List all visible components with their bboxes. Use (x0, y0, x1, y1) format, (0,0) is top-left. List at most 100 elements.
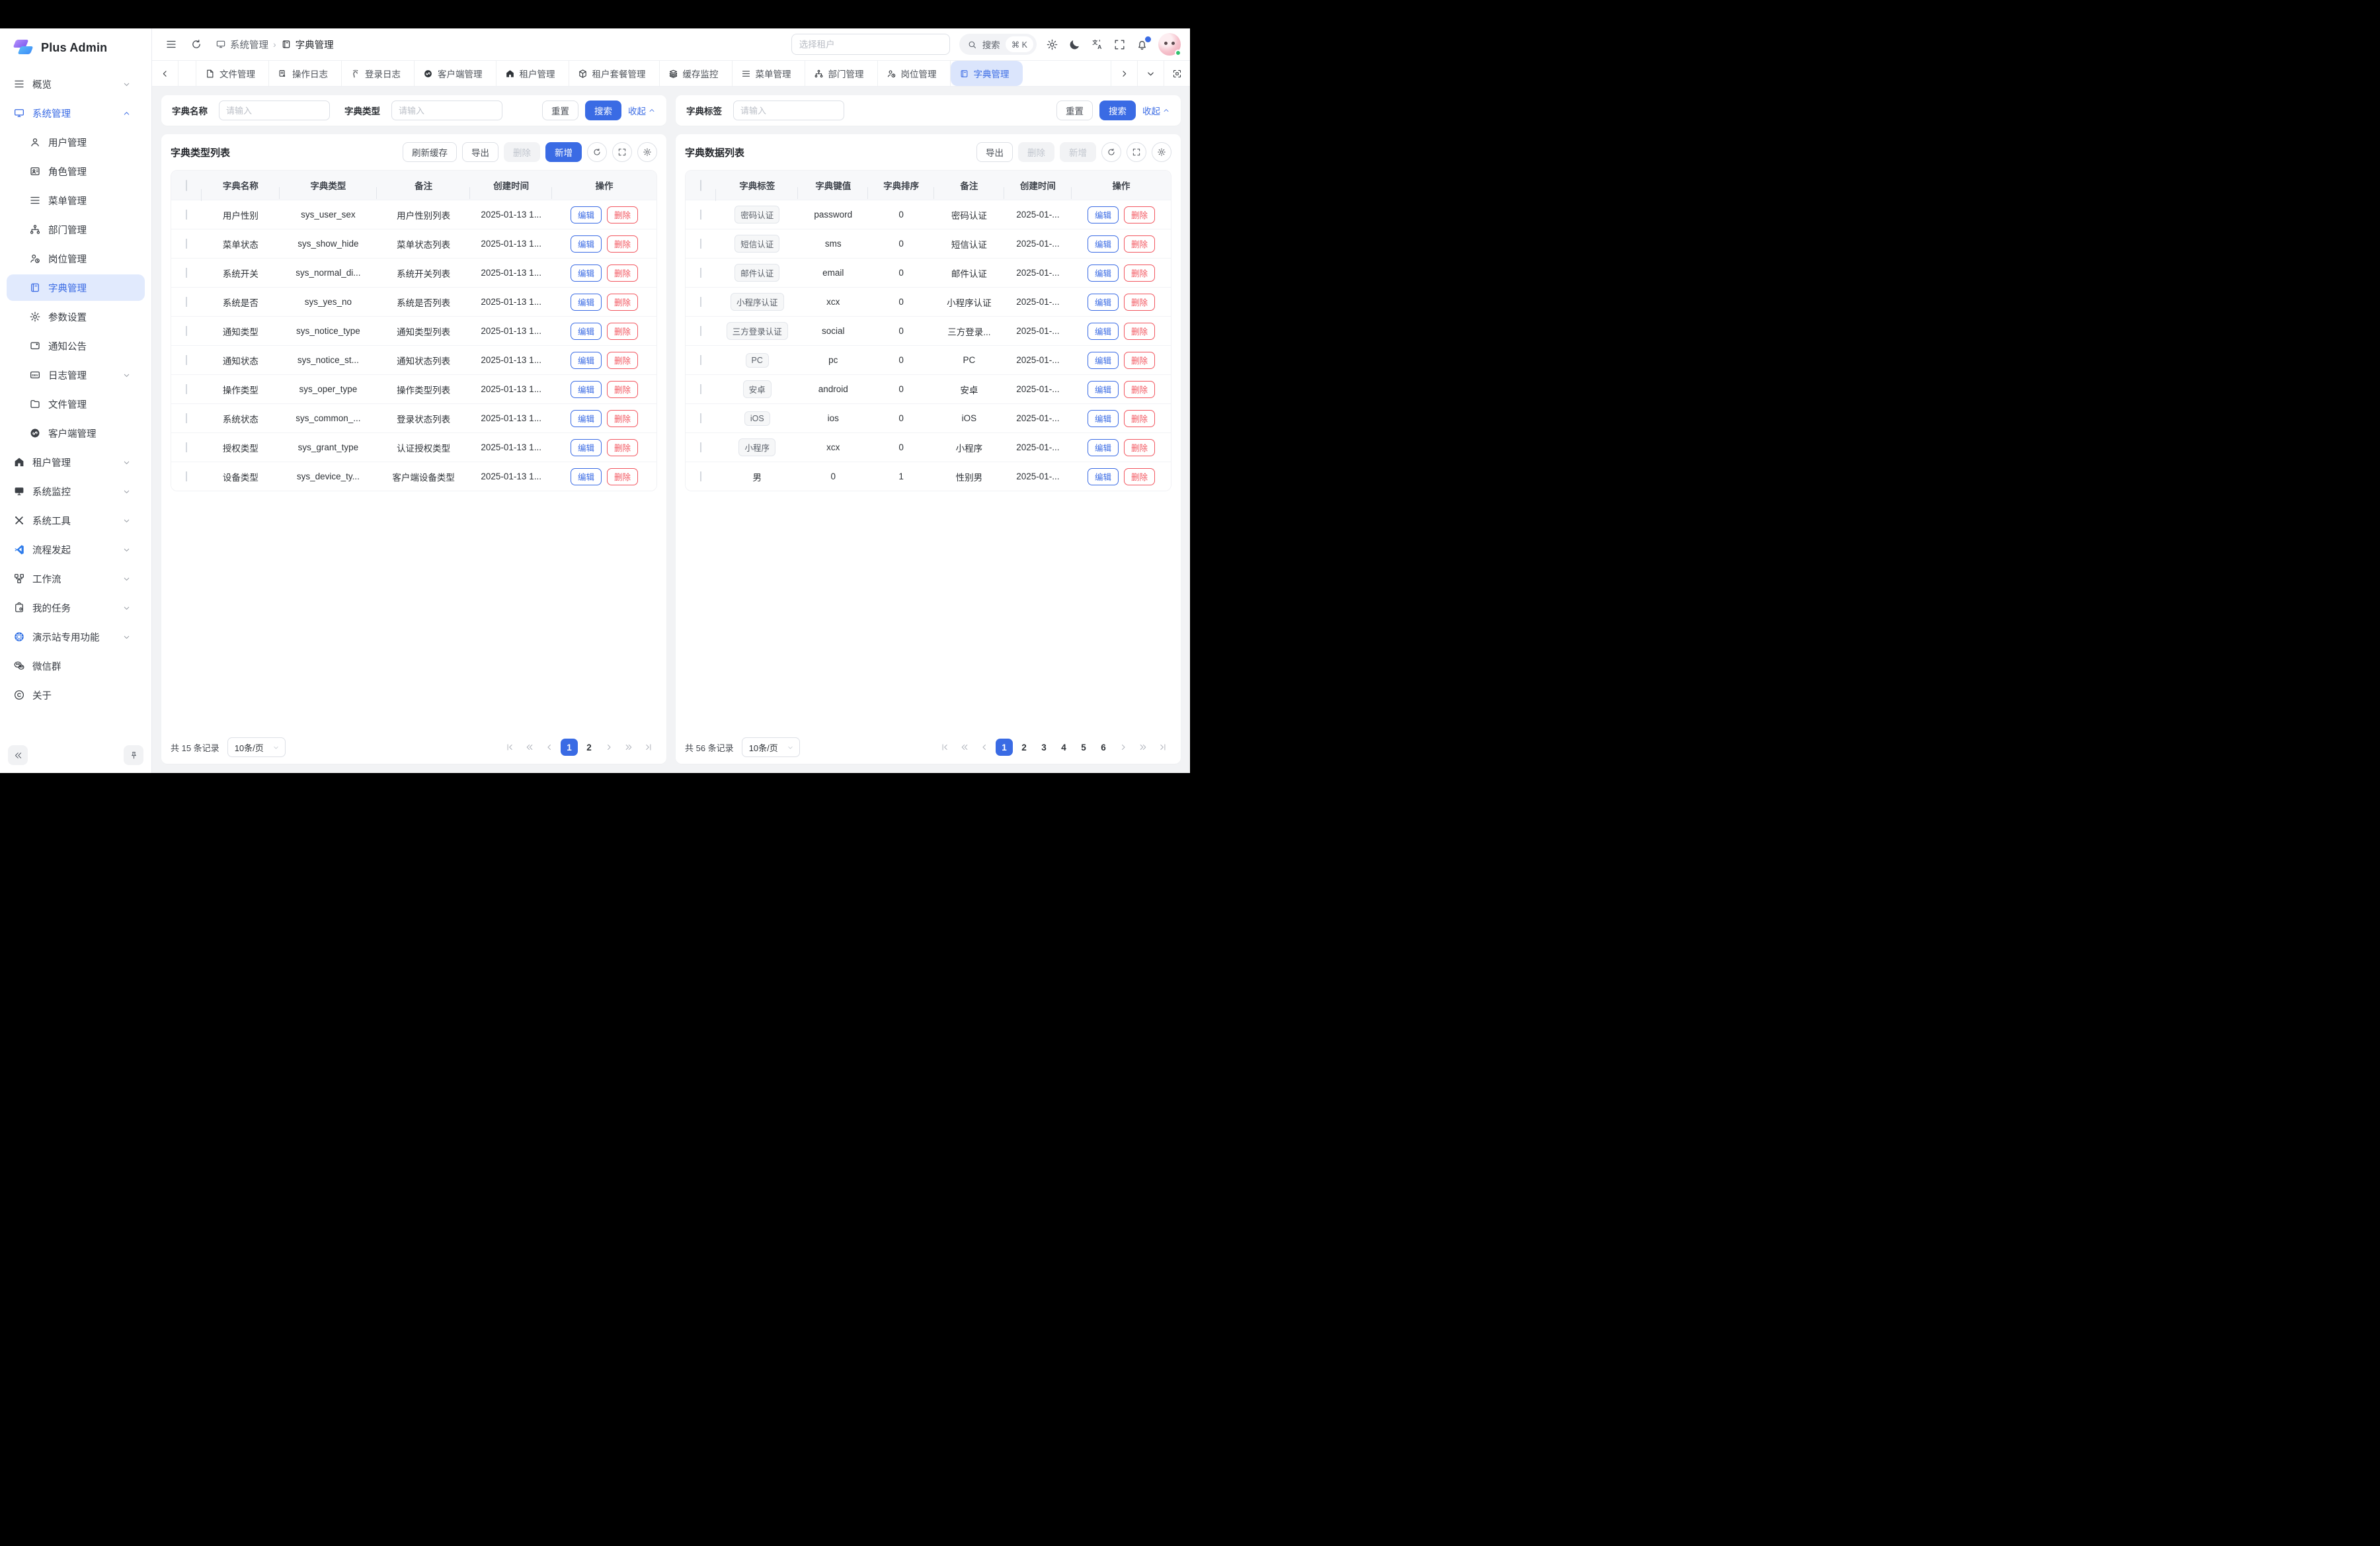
tab-list-dropdown-button[interactable] (1138, 61, 1164, 86)
delete-button-social[interactable]: 删除 (1124, 323, 1155, 340)
tab-login-log[interactable]: 登录日志 (342, 61, 415, 86)
dark-mode-button[interactable] (1068, 38, 1081, 51)
page-button-2[interactable]: 2 (580, 739, 598, 756)
tab-menu-admin[interactable]: 菜单管理 (733, 61, 805, 86)
sidebar-item-wechat-group[interactable]: 微信群 (7, 653, 145, 679)
dict-type-refresh-table-button[interactable] (587, 142, 607, 162)
tenant-select-input[interactable] (791, 34, 950, 55)
page-size-select[interactable]: 10条/页 (227, 737, 286, 757)
row-checkbox[interactable] (186, 384, 187, 394)
tab-dept-admin[interactable]: 部门管理 (805, 61, 878, 86)
row-checkbox[interactable] (700, 413, 701, 423)
row-checkbox[interactable] (186, 297, 187, 307)
tab-dict-admin[interactable]: 字典管理 (951, 61, 1023, 86)
first-page-button[interactable] (501, 739, 518, 756)
dict-type-refresh-cache-button[interactable]: 刷新缓存 (403, 142, 457, 162)
dict-tag-input[interactable] (733, 101, 844, 120)
row-checkbox[interactable] (186, 413, 187, 423)
row-checkbox[interactable] (700, 210, 701, 220)
app-logo[interactable]: Plus Admin (0, 28, 151, 67)
sidebar-item-dict-admin[interactable]: 字典管理 (7, 274, 145, 301)
sidebar-item-process-start[interactable]: 流程发起 (7, 536, 145, 563)
edit-button-xcx[interactable]: 编辑 (1088, 294, 1119, 311)
edit-button-android[interactable]: 编辑 (1088, 381, 1119, 398)
delete-button-email[interactable]: 删除 (1124, 264, 1155, 282)
dict-type-export-button[interactable]: 导出 (462, 142, 498, 162)
edit-button-pc[interactable]: 编辑 (1088, 352, 1119, 369)
delete-button-sys_oper_type[interactable]: 删除 (607, 381, 638, 398)
page-button-6[interactable]: 6 (1095, 739, 1112, 756)
dict-type-add-button[interactable]: 新增 (545, 142, 582, 162)
jump-back-button[interactable] (956, 739, 973, 756)
jump-forward-button[interactable] (620, 739, 637, 756)
edit-button-sys_device_ty...[interactable]: 编辑 (571, 468, 602, 485)
edit-button-sys_normal_di...[interactable]: 编辑 (571, 264, 602, 282)
tab-scroll-right-button[interactable] (1111, 61, 1138, 86)
select-all-checkbox[interactable] (186, 180, 187, 191)
row-checkbox[interactable] (700, 442, 701, 452)
edit-button-sys_notice_st...[interactable]: 编辑 (571, 352, 602, 369)
tab-cache-monitor[interactable]: 缓存监控 (660, 61, 733, 86)
tab-tenant-package-admin[interactable]: 租户套餐管理 (569, 61, 660, 86)
sidebar-item-dept-admin[interactable]: 部门管理 (7, 216, 145, 243)
edit-button-ios[interactable]: 编辑 (1088, 410, 1119, 427)
sidebar-item-notice[interactable]: 通知公告 (7, 333, 145, 359)
delete-button-sys_normal_di...[interactable]: 删除 (607, 264, 638, 282)
sidebar-item-tenant-admin[interactable]: 租户管理 (7, 449, 145, 475)
last-page-button[interactable] (1154, 739, 1171, 756)
jump-back-button[interactable] (521, 739, 538, 756)
fullscreen-button[interactable] (1113, 38, 1126, 51)
collapse-search-link[interactable]: 收起 (1142, 104, 1170, 117)
tab-tenant-admin[interactable]: 租户管理 (496, 61, 569, 86)
dict-name-input[interactable] (219, 101, 330, 120)
sidebar-item-workflow[interactable]: 工作流 (7, 565, 145, 592)
sidebar-item-overview[interactable]: 概览 (7, 71, 145, 97)
dict-data-table-settings-button[interactable] (1152, 142, 1171, 162)
next-page-button[interactable] (600, 739, 617, 756)
row-checkbox[interactable] (186, 355, 187, 365)
edit-button-sys_common_...[interactable]: 编辑 (571, 410, 602, 427)
page-button-4[interactable]: 4 (1055, 739, 1072, 756)
edit-button-sys_grant_type[interactable]: 编辑 (571, 439, 602, 456)
global-search-button[interactable]: 搜索 ⌘ K (959, 34, 1037, 55)
sidebar-item-system-admin[interactable]: 系统管理 (7, 100, 145, 126)
row-checkbox[interactable] (700, 297, 701, 307)
settings-button[interactable] (1046, 38, 1058, 51)
delete-button-ios[interactable]: 删除 (1124, 410, 1155, 427)
row-checkbox[interactable] (186, 239, 187, 249)
delete-button-sys_notice_type[interactable]: 删除 (607, 323, 638, 340)
pin-sidebar-button[interactable] (124, 745, 143, 765)
sidebar-item-post-admin[interactable]: 岗位管理 (7, 245, 145, 272)
edit-button-sys_notice_type[interactable]: 编辑 (571, 323, 602, 340)
user-avatar[interactable] (1158, 33, 1181, 56)
delete-button-sms[interactable]: 删除 (1124, 235, 1155, 253)
search-button[interactable]: 搜索 (585, 101, 621, 120)
delete-button-xcx[interactable]: 删除 (1124, 294, 1155, 311)
collapse-search-link[interactable]: 收起 (628, 104, 656, 117)
sidebar-item-system-monitor[interactable]: 系统监控 (7, 478, 145, 505)
tab-scroll-left-button[interactable] (152, 61, 178, 86)
delete-button-sys_yes_no[interactable]: 删除 (607, 294, 638, 311)
delete-button-sys_grant_type[interactable]: 删除 (607, 439, 638, 456)
sidebar-item-menu-admin[interactable]: 菜单管理 (7, 187, 145, 214)
edit-button-sms[interactable]: 编辑 (1088, 235, 1119, 253)
sidebar-item-user-admin[interactable]: 用户管理 (7, 129, 145, 155)
prev-page-button[interactable] (541, 739, 558, 756)
row-checkbox[interactable] (700, 355, 701, 365)
row-checkbox[interactable] (700, 384, 701, 394)
row-checkbox[interactable] (700, 326, 701, 336)
search-button[interactable]: 搜索 (1099, 101, 1136, 120)
edit-button-social[interactable]: 编辑 (1088, 323, 1119, 340)
prev-page-button[interactable] (976, 739, 993, 756)
dict-data-refresh-table-button[interactable] (1101, 142, 1121, 162)
first-page-button[interactable] (936, 739, 953, 756)
delete-button-sys_device_ty...[interactable]: 删除 (607, 468, 638, 485)
tab-oper-log[interactable]: 操作日志 (269, 61, 342, 86)
jump-forward-button[interactable] (1134, 739, 1152, 756)
dict-data-expand-table-button[interactable] (1127, 142, 1146, 162)
tab-file-admin[interactable]: 文件管理 (196, 61, 269, 86)
edit-button-sys_oper_type[interactable]: 编辑 (571, 381, 602, 398)
last-page-button[interactable] (640, 739, 657, 756)
tab-post-admin[interactable]: 岗位管理 (878, 61, 951, 86)
edit-button-sys_user_sex[interactable]: 编辑 (571, 206, 602, 224)
